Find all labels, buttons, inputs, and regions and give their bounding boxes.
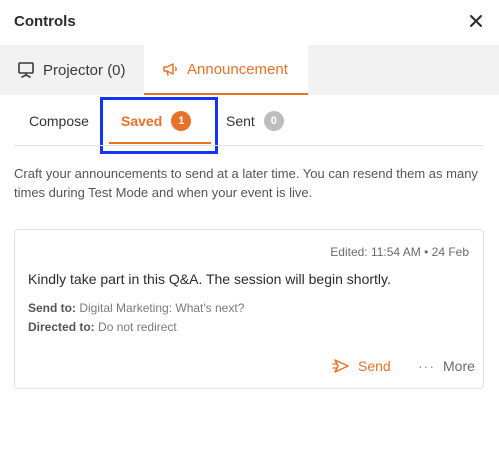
panel-header: Controls xyxy=(0,0,499,45)
tab-projector[interactable]: Projector (0) xyxy=(17,45,126,95)
more-dots-icon: ··· xyxy=(418,358,435,374)
tab-announcement[interactable]: Announcement xyxy=(144,45,308,95)
subtab-compose-label: Compose xyxy=(29,113,89,129)
tab-announcement-label: Announcement xyxy=(187,60,288,78)
send-button[interactable]: Send xyxy=(332,358,391,374)
announcement-message: Kindly take part in this Q&A. The sessio… xyxy=(28,271,391,287)
send-button-label: Send xyxy=(358,358,391,374)
edited-timestamp: Edited: 11:54 AM • 24 Feb xyxy=(330,245,469,259)
announcement-card: Edited: 11:54 AM • 24 Feb Kindly take pa… xyxy=(14,229,484,389)
subtab-sent-label: Sent xyxy=(226,113,255,129)
panel-title: Controls xyxy=(14,13,76,30)
more-button-label: More xyxy=(443,358,475,374)
tab-projector-label: Projector (0) xyxy=(43,61,126,79)
close-icon[interactable] xyxy=(466,11,486,31)
send-to-row: Send to: Digital Marketing: What's next? xyxy=(28,301,244,315)
send-icon xyxy=(332,358,350,374)
subtab-compose[interactable]: Compose xyxy=(29,104,89,138)
sent-count-badge: 0 xyxy=(263,111,284,131)
controls-panel: Controls Projector (0) Announcement Comp… xyxy=(0,0,499,452)
subtab-sent[interactable]: Sent 0 xyxy=(226,104,284,138)
directed-to-label: Directed to: xyxy=(28,320,95,334)
description-text: Craft your announcements to send at a la… xyxy=(14,166,478,200)
directed-to-row: Directed to: Do not redirect xyxy=(28,320,177,334)
main-tabs: Projector (0) Announcement xyxy=(0,45,499,95)
projector-icon xyxy=(17,61,35,79)
directed-to-value: Do not redirect xyxy=(98,320,177,334)
send-to-label: Send to: xyxy=(28,301,76,315)
megaphone-icon xyxy=(161,60,179,78)
divider xyxy=(14,145,484,146)
send-to-value: Digital Marketing: What's next? xyxy=(79,301,245,315)
more-button[interactable]: ··· More xyxy=(418,358,475,374)
